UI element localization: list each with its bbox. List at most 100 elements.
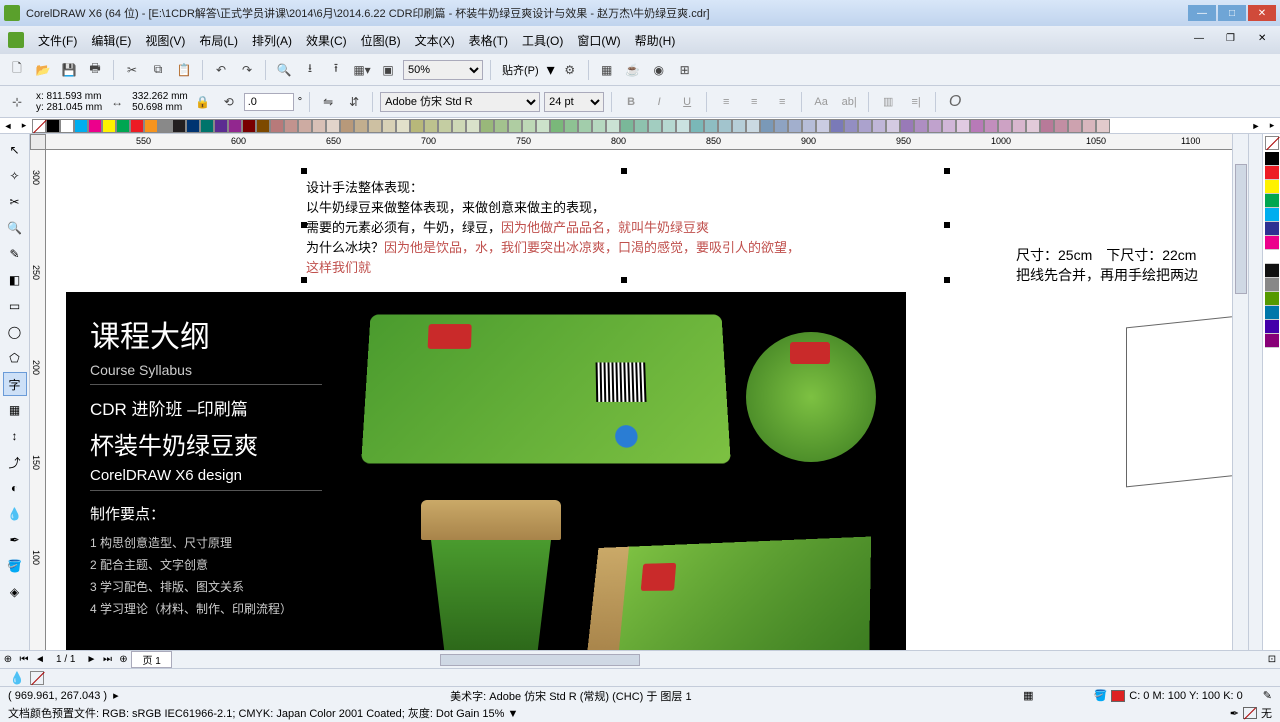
menu-effects[interactable]: 效果(C) [306, 32, 347, 49]
eyedropper-tool-icon[interactable]: 💧 [3, 502, 27, 526]
palette-left-icon[interactable]: ◄ [0, 119, 16, 133]
proof-icon[interactable]: ▦ [1023, 689, 1033, 702]
freehand-tool-icon[interactable]: ✎ [3, 242, 27, 266]
fill-swatch[interactable] [1111, 690, 1125, 702]
color-swatch[interactable] [914, 119, 928, 133]
color-swatch[interactable] [942, 119, 956, 133]
snap-dropdown[interactable]: 贴齐(P) [498, 60, 543, 80]
color-swatch[interactable] [480, 119, 494, 133]
palette-expand-icon[interactable]: ▸ [1264, 119, 1280, 133]
color-swatch[interactable] [1096, 119, 1110, 133]
color-swatch[interactable] [648, 119, 662, 133]
color-swatch[interactable] [746, 119, 760, 133]
color-swatch[interactable] [60, 119, 74, 133]
navigator-icon[interactable]: ⊡ [1264, 654, 1280, 665]
color-swatch[interactable] [536, 119, 550, 133]
maximize-button[interactable]: □ [1218, 5, 1246, 21]
align-center-icon[interactable]: ≡ [742, 91, 766, 113]
new-icon[interactable]: 🗋 [6, 59, 28, 81]
color-swatch[interactable] [228, 119, 242, 133]
text-direction-icon[interactable]: ≡| [904, 91, 928, 113]
color-swatch[interactable] [564, 119, 578, 133]
outline-tool-icon[interactable]: ✒ [3, 528, 27, 552]
color-swatch[interactable] [788, 119, 802, 133]
color-swatch[interactable] [662, 119, 676, 133]
doc-restore-button[interactable]: ❐ [1226, 33, 1240, 47]
text-format-icon[interactable]: Aa [809, 91, 833, 113]
canvas[interactable]: 设计手法整体表现： 以牛奶绿豆来做整体表现，来做创意来做主的表现， 需要的元素必… [46, 150, 1232, 650]
color-swatch[interactable] [592, 119, 606, 133]
palette-menu-icon[interactable]: ▸ [16, 119, 32, 133]
cursor-menu-icon[interactable]: ▸ [113, 689, 119, 702]
annotation-text[interactable]: 尺寸：25cm 下尺寸：22cm 把线先合并，再用手绘把两边 [1016, 245, 1198, 285]
menu-arrange[interactable]: 排列(A) [252, 32, 292, 49]
menu-layout[interactable]: 布局(L) [199, 32, 238, 49]
color-swatch[interactable] [1265, 194, 1279, 208]
eyedropper-icon[interactable]: 💧 [6, 667, 28, 689]
menu-view[interactable]: 视图(V) [145, 32, 185, 49]
no-color-swatch[interactable] [1265, 136, 1279, 150]
color-swatch[interactable] [1068, 119, 1082, 133]
menu-window[interactable]: 窗口(W) [577, 32, 620, 49]
text-tool-icon[interactable]: 字 [3, 372, 27, 396]
color-swatch[interactable] [1026, 119, 1040, 133]
scrollbar-vertical[interactable] [1232, 134, 1248, 650]
color-swatch[interactable] [354, 119, 368, 133]
color-swatch[interactable] [214, 119, 228, 133]
columns-icon[interactable]: ▥ [876, 91, 900, 113]
web-icon[interactable]: ☕ [622, 59, 644, 81]
color-swatch[interactable] [340, 119, 354, 133]
color-swatch[interactable] [830, 119, 844, 133]
page-add-icon[interactable]: ⊕ [0, 654, 16, 665]
canvas-area[interactable]: 550600650700750800850900950100010501100 … [30, 134, 1232, 650]
doc-minimize-button[interactable]: — [1194, 33, 1208, 47]
undo-icon[interactable]: ↶ [210, 59, 232, 81]
polygon-tool-icon[interactable]: ⬠ [3, 346, 27, 370]
page-first-icon[interactable]: ⏮ [16, 654, 32, 665]
color-swatch[interactable] [620, 119, 634, 133]
color-swatch[interactable] [732, 119, 746, 133]
cut-icon[interactable]: ✂ [121, 59, 143, 81]
publish-icon[interactable]: ▦▾ [351, 59, 373, 81]
color-swatch[interactable] [116, 119, 130, 133]
page-last-icon[interactable]: ⏭ [99, 654, 115, 665]
scroll-thumb[interactable] [440, 654, 640, 666]
color-swatch[interactable] [158, 119, 172, 133]
import-icon[interactable]: ⭳ [299, 59, 321, 81]
outline-swatch[interactable] [1243, 707, 1257, 719]
scrollbar-horizontal[interactable] [180, 653, 1256, 667]
color-swatch[interactable] [368, 119, 382, 133]
color-swatch[interactable] [1265, 320, 1279, 334]
design-preview-image[interactable]: 课程大纲 Course Syllabus CDR 进阶班 –印刷篇 杯装牛奶绿豆… [66, 292, 906, 650]
italic-icon[interactable]: I [647, 91, 671, 113]
color-swatch[interactable] [466, 119, 480, 133]
color-swatch[interactable] [424, 119, 438, 133]
color-swatch[interactable] [74, 119, 88, 133]
selection-handle[interactable] [944, 277, 950, 283]
color-swatch[interactable] [550, 119, 564, 133]
color-swatch[interactable] [816, 119, 830, 133]
color-swatch[interactable] [186, 119, 200, 133]
color-swatch[interactable] [494, 119, 508, 133]
minimize-button[interactable]: — [1188, 5, 1216, 21]
outline-indicator-icon[interactable]: ✒ [1230, 707, 1239, 720]
paste-icon[interactable]: 📋 [173, 59, 195, 81]
color-swatch[interactable] [704, 119, 718, 133]
launcher-icon[interactable]: ▦ [596, 59, 618, 81]
color-swatch[interactable] [102, 119, 116, 133]
shape-tool-icon[interactable]: ✧ [3, 164, 27, 188]
color-swatch[interactable] [172, 119, 186, 133]
menu-file[interactable]: 文件(F) [38, 32, 77, 49]
color-swatch[interactable] [606, 119, 620, 133]
rotation-input[interactable] [244, 93, 294, 111]
menu-text[interactable]: 文本(X) [415, 32, 455, 49]
color-swatch[interactable] [634, 119, 648, 133]
connector-tool-icon[interactable]: ⤴ [3, 450, 27, 474]
color-swatch[interactable] [802, 119, 816, 133]
color-swatch[interactable] [1265, 222, 1279, 236]
color-swatch[interactable] [1265, 152, 1279, 166]
scroll-thumb[interactable] [1235, 164, 1247, 294]
color-swatch[interactable] [928, 119, 942, 133]
color-swatch[interactable] [578, 119, 592, 133]
page-add2-icon[interactable]: ⊕ [115, 654, 131, 665]
